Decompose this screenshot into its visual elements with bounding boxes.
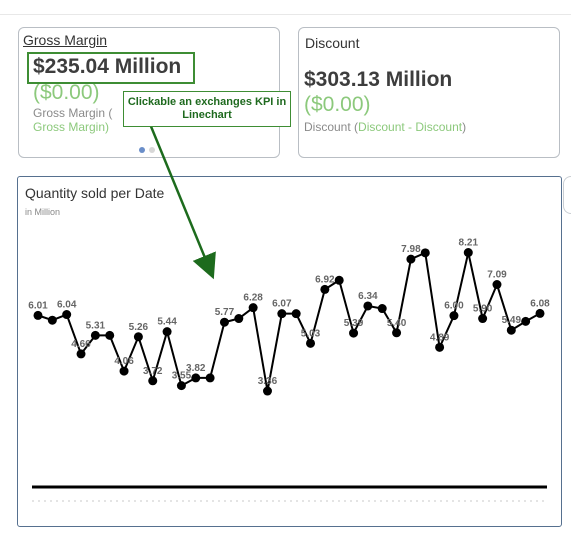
data-point[interactable] — [349, 328, 359, 338]
data-point[interactable] — [33, 310, 43, 320]
data-point[interactable] — [262, 386, 272, 396]
data-point[interactable] — [205, 373, 215, 383]
data-point[interactable] — [119, 366, 129, 376]
data-label: 7.98 — [401, 244, 421, 255]
data-label: 6.04 — [57, 300, 77, 311]
data-label: 5.77 — [215, 307, 235, 318]
data-point[interactable] — [105, 330, 115, 340]
data-point[interactable] — [363, 301, 373, 311]
data-label: 5.90 — [473, 304, 493, 315]
annotation-callout: Clickable an exchanges KPI in Linechart — [123, 91, 291, 127]
data-label: 5.26 — [129, 322, 149, 333]
series-line — [37, 251, 541, 392]
data-label: 6.00 — [444, 301, 464, 312]
data-point[interactable] — [248, 303, 258, 313]
data-label: 5.39 — [344, 318, 364, 329]
data-point[interactable] — [478, 314, 488, 324]
data-label: 6.08 — [530, 298, 550, 309]
data-point[interactable] — [277, 309, 287, 319]
data-label: 5.31 — [86, 320, 106, 331]
data-point[interactable] — [377, 304, 387, 314]
data-point[interactable] — [62, 310, 72, 320]
data-point[interactable] — [133, 332, 143, 342]
data-label: 4.89 — [430, 332, 450, 343]
data-label: 4.66 — [71, 339, 91, 350]
data-label: 7.09 — [487, 270, 507, 281]
data-point[interactable] — [420, 248, 430, 258]
data-point[interactable] — [334, 275, 344, 285]
data-point[interactable] — [191, 373, 201, 383]
data-point[interactable] — [406, 254, 416, 264]
data-point[interactable] — [492, 280, 502, 290]
data-label: 6.28 — [243, 293, 263, 304]
data-label: 5.03 — [301, 328, 321, 339]
data-point[interactable] — [463, 248, 473, 258]
data-label: 5.44 — [157, 317, 177, 328]
data-point[interactable] — [219, 317, 229, 327]
kpi-highlight-box — [27, 52, 195, 84]
data-point[interactable] — [90, 330, 100, 340]
data-point[interactable] — [449, 311, 459, 321]
data-label: 5.40 — [387, 318, 407, 329]
data-point[interactable] — [320, 284, 330, 294]
series-layer: 6.01 6.044.665.314.065.263.725.443.553.82… — [28, 238, 550, 396]
data-label: 3.82 — [186, 363, 206, 374]
data-point[interactable] — [291, 309, 301, 319]
data-point[interactable] — [162, 327, 172, 337]
data-label: 3.72 — [143, 366, 163, 377]
data-point[interactable] — [176, 381, 186, 391]
data-point[interactable] — [148, 376, 158, 386]
data-label: 6.34 — [358, 291, 378, 302]
data-point[interactable] — [392, 328, 402, 338]
data-point[interactable] — [535, 308, 545, 318]
data-label: 4.06 — [114, 356, 134, 367]
data-label: 5.49 — [502, 315, 522, 326]
data-point[interactable] — [521, 316, 531, 326]
data-point[interactable] — [47, 315, 57, 325]
data-point[interactable] — [506, 325, 516, 335]
data-label: 6.01 — [28, 300, 48, 311]
data-label: 6.07 — [272, 299, 292, 310]
data-label: 6.92 — [315, 274, 335, 285]
data-point[interactable] — [76, 349, 86, 359]
data-label: 3.36 — [258, 376, 278, 387]
data-point[interactable] — [306, 338, 316, 348]
data-label: 8.21 — [459, 238, 479, 249]
data-point[interactable] — [234, 314, 244, 324]
data-point[interactable] — [435, 342, 445, 352]
